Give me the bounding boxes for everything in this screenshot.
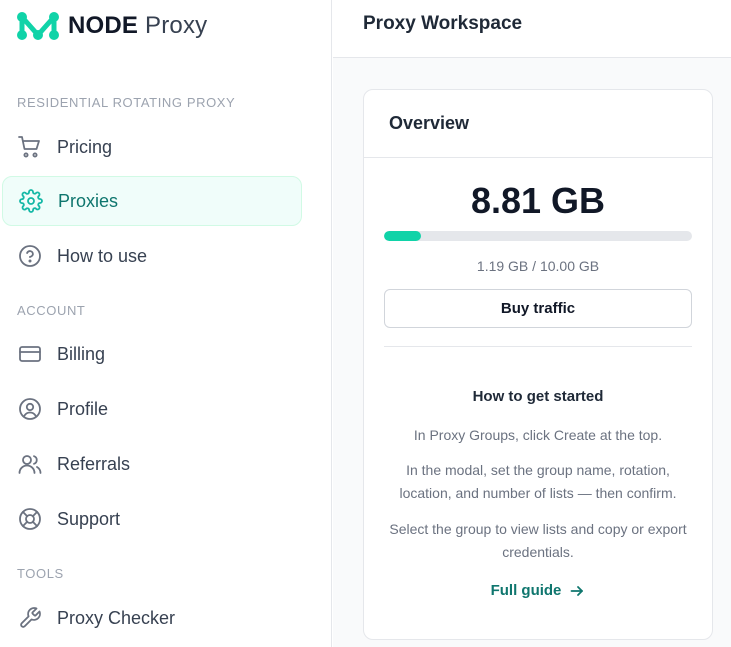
logo[interactable]: NODE Proxy <box>16 10 207 42</box>
sidebar-item-pricing[interactable]: Pricing <box>2 122 302 172</box>
section-label-residential: RESIDENTIAL ROTATING PROXY <box>17 95 236 110</box>
help-circle-icon <box>17 243 43 269</box>
page-title: Proxy Workspace <box>363 13 523 34</box>
sidebar-item-support[interactable]: Support <box>2 494 302 544</box>
sidebar-item-label: Pricing <box>57 136 113 157</box>
cart-icon <box>17 134 43 160</box>
section-label-account: ACCOUNT <box>17 303 86 318</box>
sidebar-item-label: Billing <box>57 343 106 364</box>
traffic-progress-fill <box>384 231 421 241</box>
card-header: Overview <box>364 90 712 158</box>
overview-card: Overview 8.81 GB 1.19 GB / 10.00 GB Buy … <box>363 89 713 640</box>
gear-icon <box>18 188 44 214</box>
traffic-usage-text: 1.19 GB / 10.00 GB <box>476 258 600 274</box>
getting-started-step: Select the group to view lists and copy … <box>389 521 687 560</box>
getting-started-step: In Proxy Groups, click Create at the top… <box>413 427 663 443</box>
section-label-tools: TOOLS <box>17 566 64 581</box>
logo-text: NODE Proxy <box>68 12 208 39</box>
user-circle-icon <box>17 396 43 422</box>
traffic-remaining: 8.81 GB <box>470 180 606 221</box>
sidebar-item-proxies[interactable]: Proxies <box>2 176 302 226</box>
wrench-icon <box>17 605 43 631</box>
sidebar-item-label: Proxy Checker <box>57 607 176 628</box>
credit-card-icon <box>17 341 43 367</box>
sidebar-item-billing[interactable]: Billing <box>2 329 302 379</box>
sidebar-item-profile[interactable]: Profile <box>2 384 302 434</box>
full-guide-label: Full guide <box>490 582 562 599</box>
full-guide-link[interactable]: Full guide <box>364 582 712 599</box>
sidebar-item-label: Support <box>57 508 121 529</box>
arrow-right-icon <box>569 583 585 599</box>
node-logo-icon <box>17 12 59 40</box>
sidebar-item-label: Referrals <box>57 453 131 474</box>
buy-traffic-button[interactable]: Buy traffic <box>384 289 692 328</box>
sidebar-item-label: Profile <box>57 398 109 419</box>
users-icon <box>17 451 43 477</box>
sidebar-item-proxy-checker[interactable]: Proxy Checker <box>2 593 302 643</box>
card-title: Overview <box>389 113 470 133</box>
divider <box>384 346 692 347</box>
sidebar-item-label: Proxies <box>58 190 119 211</box>
traffic-progress-bar <box>384 231 692 241</box>
lifebuoy-icon <box>17 506 43 532</box>
sidebar-item-referrals[interactable]: Referrals <box>2 439 302 489</box>
getting-started-step: In the modal, set the group name, rotati… <box>399 462 677 501</box>
sidebar: NODE Proxy RESIDENTIAL ROTATING PROXY Pr… <box>0 0 332 647</box>
sidebar-item-how-to-use[interactable]: How to use <box>2 231 302 281</box>
top-bar: Proxy Workspace <box>333 0 731 58</box>
getting-started-title: How to get started <box>472 388 604 405</box>
sidebar-item-label: How to use <box>57 245 148 266</box>
